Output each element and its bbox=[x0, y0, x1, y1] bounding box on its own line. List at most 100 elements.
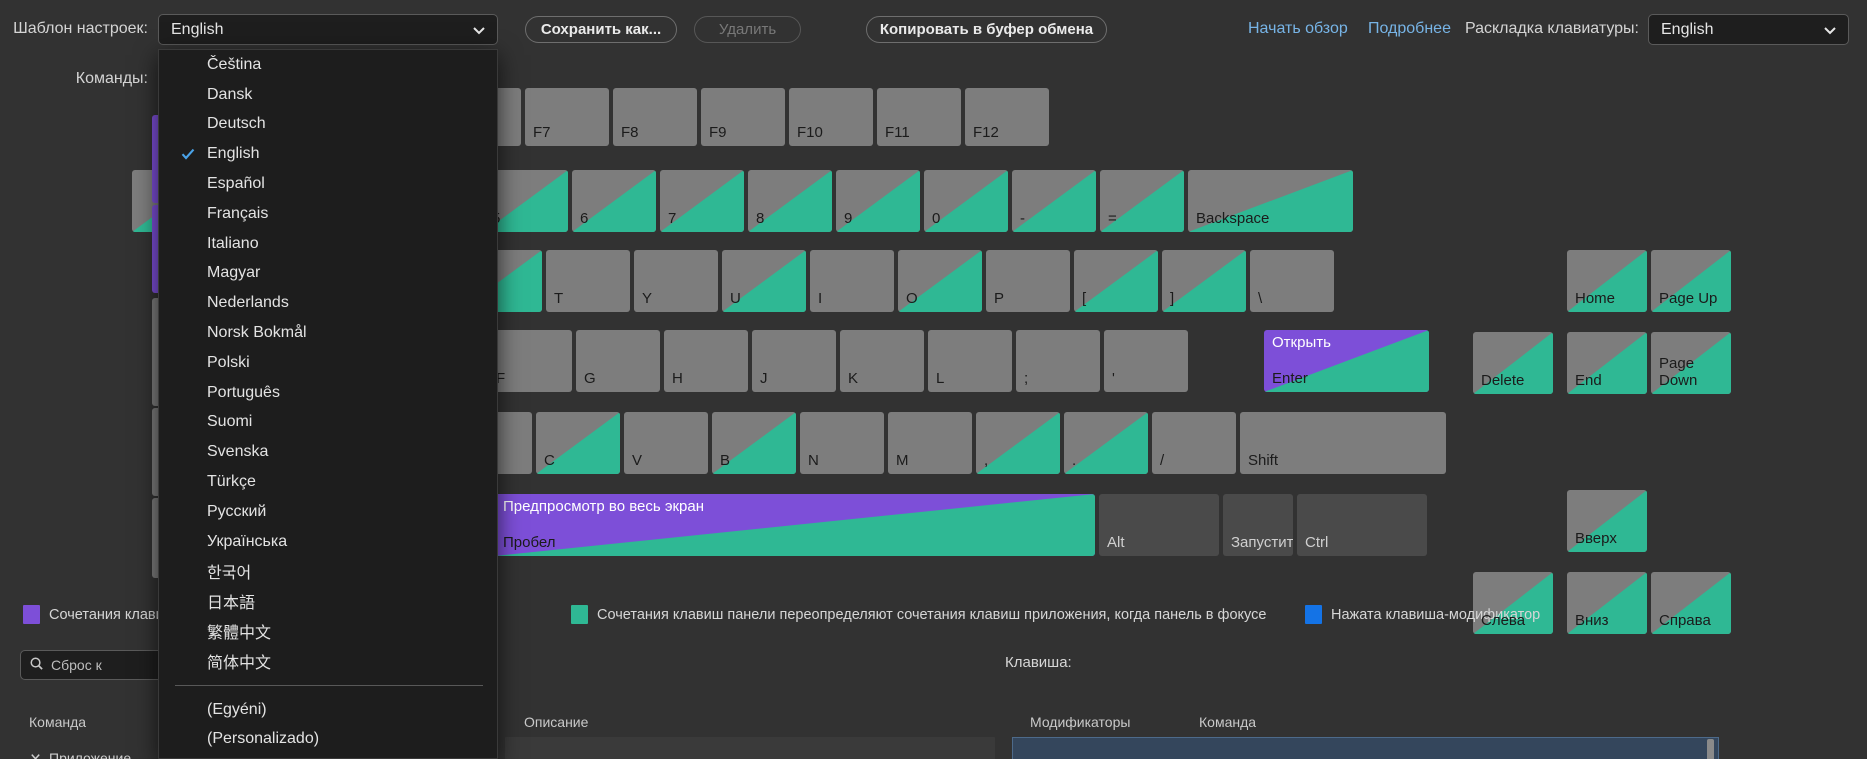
column-header-command[interactable]: Команда bbox=[29, 714, 86, 730]
key-cap-label: Ctrl bbox=[1305, 533, 1329, 551]
key-v[interactable]: V bbox=[624, 412, 708, 474]
key-cap-label: Alt bbox=[1107, 533, 1125, 551]
dropdown-item--[interactable]: 繁體中文 bbox=[159, 616, 497, 646]
key-page-up[interactable]: Page Up bbox=[1651, 250, 1731, 312]
dropdown-item--e-tina[interactable]: Čeština bbox=[159, 50, 497, 80]
dropdown-item-english[interactable]: English bbox=[159, 139, 497, 169]
key-7[interactable]: 7 bbox=[660, 170, 744, 232]
key-g[interactable]: G bbox=[576, 330, 660, 392]
dropdown-item--personalizado-[interactable]: (Personalizado) bbox=[159, 725, 497, 755]
preset-select[interactable]: English bbox=[158, 14, 498, 45]
key-h[interactable]: H bbox=[664, 330, 748, 392]
description-cell[interactable] bbox=[505, 737, 995, 759]
start-tour-link[interactable]: Начать обзор bbox=[1248, 20, 1348, 38]
chevron-down-icon[interactable] bbox=[29, 750, 42, 759]
dropdown-item-nederlands[interactable]: Nederlands bbox=[159, 288, 497, 318]
key-y[interactable]: Y bbox=[634, 250, 718, 312]
column-header-modifiers[interactable]: Модификаторы bbox=[1030, 714, 1130, 730]
dropdown-item-magyar[interactable]: Magyar bbox=[159, 259, 497, 289]
key-f7[interactable]: F7 bbox=[525, 88, 609, 146]
key-arrow-up[interactable]: Вверх bbox=[1567, 490, 1647, 552]
selected-shortcut-row[interactable]: Нет bbox=[1012, 737, 1719, 759]
key-t[interactable]: T bbox=[546, 250, 630, 312]
scrollbar-thumb[interactable] bbox=[1707, 739, 1714, 759]
key-enter[interactable]: Открыть Enter bbox=[1264, 330, 1429, 392]
key-f10[interactable]: F10 bbox=[789, 88, 873, 146]
preset-dropdown-menu[interactable]: Čeština Dansk Deutsch English Español Françai… bbox=[158, 49, 498, 759]
key-backspace[interactable]: Backspace bbox=[1188, 170, 1353, 232]
dropdown-item-italiano[interactable]: Italiano bbox=[159, 229, 497, 259]
key-9[interactable]: 9 bbox=[836, 170, 920, 232]
tree-item-application[interactable]: Приложение bbox=[29, 750, 131, 759]
key--[interactable]: = bbox=[1100, 170, 1184, 232]
dropdown-item-suomi[interactable]: Suomi bbox=[159, 408, 497, 438]
key-cap-label: I bbox=[818, 289, 823, 307]
dropdown-item-fran-ais[interactable]: Français bbox=[159, 199, 497, 229]
key-alt[interactable]: Alt bbox=[1099, 494, 1219, 556]
key-space[interactable]: Предпросмотр во весь экран Пробел bbox=[495, 494, 1095, 556]
key-k[interactable]: K bbox=[840, 330, 924, 392]
key--[interactable]: ; bbox=[1016, 330, 1100, 392]
key-cap-label: B bbox=[720, 451, 731, 469]
key--[interactable]: \ bbox=[1250, 250, 1334, 312]
key-j[interactable]: J bbox=[752, 330, 836, 392]
dropdown-item-svenska[interactable]: Svenska bbox=[159, 437, 497, 467]
key-o[interactable]: O bbox=[898, 250, 982, 312]
key-cap-label: Shift bbox=[1248, 451, 1279, 469]
key-f12[interactable]: F12 bbox=[965, 88, 1049, 146]
column-header-command2[interactable]: Команда bbox=[1199, 714, 1256, 730]
key-f8[interactable]: F8 bbox=[613, 88, 697, 146]
key-6[interactable]: 6 bbox=[572, 170, 656, 232]
dropdown-item-espa-ol[interactable]: Español bbox=[159, 169, 497, 199]
key-f11[interactable]: F11 bbox=[877, 88, 961, 146]
key-cap-label: F11 bbox=[885, 123, 910, 141]
key-i[interactable]: I bbox=[810, 250, 894, 312]
key--[interactable]: ' bbox=[1104, 330, 1188, 392]
dropdown-item--[interactable]: 简体中文 bbox=[159, 646, 497, 676]
key-0[interactable]: 0 bbox=[924, 170, 1008, 232]
dropdown-item-portugu-s[interactable]: Português bbox=[159, 378, 497, 408]
dropdown-item--[interactable]: Русский bbox=[159, 497, 497, 527]
key-cap-label: Delete bbox=[1481, 371, 1525, 389]
dropdown-item-deutsch[interactable]: Deutsch bbox=[159, 110, 497, 140]
key--[interactable]: - bbox=[1012, 170, 1096, 232]
dropdown-item-norsk-bokm-l[interactable]: Norsk Bokmål bbox=[159, 318, 497, 348]
key-b[interactable]: B bbox=[712, 412, 796, 474]
key--[interactable]: ] bbox=[1162, 250, 1246, 312]
key-p[interactable]: P bbox=[986, 250, 1070, 312]
dropdown-item-dansk[interactable]: Dansk bbox=[159, 80, 497, 110]
delete-button[interactable]: Удалить bbox=[694, 16, 801, 43]
dropdown-item--[interactable]: Українська bbox=[159, 527, 497, 557]
learn-more-link[interactable]: Подробнее bbox=[1368, 20, 1451, 38]
key--[interactable]: . bbox=[1064, 412, 1148, 474]
key-delete[interactable]: Delete bbox=[1473, 332, 1553, 394]
dropdown-item-label: 日本語 bbox=[207, 593, 256, 613]
save-as-button[interactable]: Сохранить как... bbox=[525, 16, 677, 43]
key-shift[interactable]: Shift bbox=[1240, 412, 1446, 474]
key-ctrl[interactable]: Ctrl bbox=[1297, 494, 1427, 556]
key-end[interactable]: End bbox=[1567, 332, 1647, 394]
key--[interactable]: / bbox=[1152, 412, 1236, 474]
dropdown-item--[interactable]: 한국어 bbox=[159, 557, 497, 587]
key--[interactable]: [ bbox=[1074, 250, 1158, 312]
key-8[interactable]: 8 bbox=[748, 170, 832, 232]
key-page-down[interactable]: Page Down bbox=[1651, 332, 1731, 394]
key-n[interactable]: N bbox=[800, 412, 884, 474]
key-f[interactable]: F bbox=[488, 330, 572, 392]
copy-to-clipboard-button[interactable]: Копировать в буфер обмена bbox=[866, 16, 1107, 43]
dropdown-item-polski[interactable]: Polski bbox=[159, 348, 497, 378]
dropdown-item-t-rk-e[interactable]: Türkçe bbox=[159, 467, 497, 497]
key-c[interactable]: C bbox=[536, 412, 620, 474]
column-header-description[interactable]: Описание bbox=[524, 714, 588, 730]
key-f9[interactable]: F9 bbox=[701, 88, 785, 146]
key-cap-label: 9 bbox=[844, 209, 853, 227]
key-u[interactable]: U bbox=[722, 250, 806, 312]
dropdown-item--[interactable]: 日本語 bbox=[159, 586, 497, 616]
keyboard-layout-select[interactable]: English bbox=[1648, 14, 1849, 45]
key-m[interactable]: M bbox=[888, 412, 972, 474]
key-l[interactable]: L bbox=[928, 330, 1012, 392]
dropdown-item--egy-ni-[interactable]: (Egyéni) bbox=[159, 695, 497, 725]
key-home[interactable]: Home bbox=[1567, 250, 1647, 312]
key--[interactable]: , bbox=[976, 412, 1060, 474]
key-launch[interactable]: Запустить bbox=[1223, 494, 1293, 556]
